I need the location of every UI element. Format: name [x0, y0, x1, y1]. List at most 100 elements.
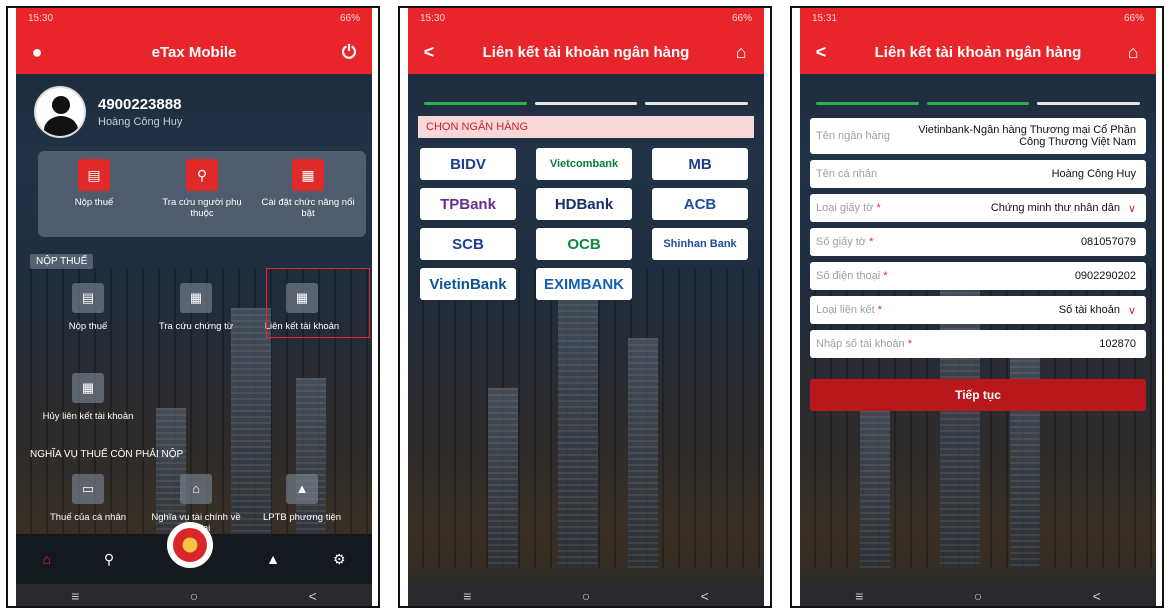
item-label: Tra cứu chứng từ	[158, 321, 234, 332]
required-marker: *	[874, 304, 883, 316]
receipt-icon: ▤	[72, 283, 104, 313]
menu-icon[interactable]: ≡	[71, 588, 79, 604]
item-vehicle-fee[interactable]: ▲ LPTB phương tiện	[252, 474, 352, 523]
item-personal-tax[interactable]: ▭ Thuế của cá nhân	[38, 474, 138, 523]
status-time: 15:31	[812, 13, 838, 24]
bank-option[interactable]: TPBank	[420, 188, 516, 220]
section-pay-tax: NỘP THUẾ	[30, 254, 94, 269]
bank-option[interactable]: ACB	[652, 188, 748, 220]
gear-icon[interactable]: ⚙	[333, 551, 346, 568]
app-bar: < Liên kết tài khoản ngân hàng ⌂	[800, 30, 1156, 74]
bottom-tab-bar: ⌂ ⚲ ▲ ⚙	[16, 522, 372, 584]
item-unlink-account[interactable]: ▦ Hủy liên kết tài khoản	[38, 373, 138, 422]
field-value: Chứng minh thư nhân dân	[990, 202, 1120, 214]
tax-id: 4900223888	[98, 96, 182, 113]
screen-title: Liên kết tài khoản ngân hàng	[482, 43, 690, 61]
bank-option[interactable]: SCB	[420, 228, 516, 260]
field-label-text: Tên cá nhân	[816, 168, 878, 180]
bank-option[interactable]: Vietcombank	[536, 148, 632, 180]
back-arrow-icon[interactable]: <	[808, 40, 834, 64]
field-label: Nhập số tài khoản *	[816, 338, 912, 350]
document-icon: ▦	[72, 373, 104, 403]
system-nav-bar: ≡ ○ <	[16, 584, 372, 606]
step-indicator	[816, 102, 1141, 105]
field-label: Số giấy tờ *	[816, 236, 873, 248]
field-label: Loại giấy tờ *	[816, 202, 881, 214]
user-icon[interactable]: ●	[24, 40, 50, 64]
section-choose-bank: CHỌN NGÂN HÀNG	[418, 116, 754, 138]
field-value: Hoàng Công Huy	[1051, 168, 1136, 180]
form-field[interactable]: Loại liên kết * Số tài khoản ∨	[810, 296, 1146, 324]
bank-option[interactable]: BIDV	[420, 148, 516, 180]
screen-link-form: 15:31 66% < Liên kết tài khoản ngân hàng…	[790, 6, 1164, 608]
quick-item-label: Tra cứu người phụ thuộc	[162, 197, 242, 219]
back-icon[interactable]: <	[1093, 588, 1101, 604]
menu-icon[interactable]: ≡	[855, 588, 863, 604]
bell-icon[interactable]: ▲	[266, 551, 280, 567]
chevron-down-icon[interactable]: ∨	[1128, 202, 1136, 215]
step-segment	[534, 102, 638, 105]
required-marker: *	[880, 270, 888, 282]
home-circle-icon[interactable]: ○	[974, 588, 982, 604]
car-icon: ▲	[286, 474, 318, 504]
field-value: Vietinbank-Ngân hàng Thương mại Cổ Phần …	[918, 124, 1136, 148]
bank-option[interactable]: HDBank	[536, 188, 632, 220]
step-segment	[926, 102, 1030, 105]
home-icon[interactable]: ⌂	[42, 551, 50, 567]
item-label: Nộp thuế	[68, 321, 108, 332]
home-circle-icon[interactable]: ○	[582, 588, 590, 604]
emblem-icon[interactable]	[167, 522, 214, 568]
screen-choose-bank: 15:30 66% < Liên kết tài khoản ngân hàng…	[398, 6, 772, 608]
app-title: eTax Mobile	[151, 43, 237, 61]
bank-option[interactable]: EXIMBANK	[536, 268, 632, 300]
power-icon[interactable]: ⏻	[336, 40, 362, 64]
field-value: 081057079	[1080, 236, 1136, 248]
quick-pay-tax[interactable]: ▤ Nộp thuế	[44, 159, 144, 208]
item-label: Thuế của cá nhân	[49, 512, 127, 523]
continue-button[interactable]: Tiếp tục	[810, 379, 1146, 411]
field-value: 0902290202	[1074, 270, 1136, 282]
bank-option[interactable]: VietinBank	[420, 268, 516, 300]
back-icon[interactable]: <	[309, 588, 317, 604]
form-field[interactable]: Tên cá nhân Hoàng Công Huy	[810, 160, 1146, 188]
status-bar: 15:30 66%	[16, 8, 372, 30]
form-field[interactable]: Nhập số tài khoản * 102870	[810, 330, 1146, 358]
status-battery: 66%	[1123, 13, 1144, 24]
field-label-text: Số giấy tờ	[816, 236, 867, 248]
bank-option[interactable]: Shinhan Bank	[652, 228, 748, 260]
form-field[interactable]: Số giấy tờ * 081057079	[810, 228, 1146, 256]
home-circle-icon[interactable]: ○	[190, 588, 198, 604]
field-label-text: Tên ngân hàng	[816, 130, 891, 142]
quick-actions: ▤ Nộp thuế ⚲ Tra cứu người phụ thuộc ▦ C…	[38, 151, 366, 237]
home-icon[interactable]: ⌂	[728, 40, 754, 64]
app-bar: ● eTax Mobile ⏻	[16, 30, 372, 74]
avatar	[34, 86, 86, 138]
quick-settings-featured[interactable]: ▦ Cài đặt chức năng nổi bật	[258, 159, 358, 219]
item-lookup-documents[interactable]: ▦ Tra cứu chứng từ	[146, 283, 246, 332]
highlight-box	[266, 268, 370, 338]
step-indicator	[424, 102, 749, 105]
quick-lookup-dependents[interactable]: ⚲ Tra cứu người phụ thuộc	[152, 159, 252, 219]
item-label: Hủy liên kết tài khoản	[42, 411, 134, 422]
search-icon[interactable]: ⚲	[104, 551, 114, 568]
profile-card[interactable]: 4900223888 Hoàng Công Huy	[34, 86, 182, 138]
form-field[interactable]: Số điện thoại * 0902290202	[810, 262, 1146, 290]
item-pay-tax[interactable]: ▤ Nộp thuế	[38, 283, 138, 332]
form-field[interactable]: Tên ngân hàng Vietinbank-Ngân hàng Thương…	[810, 118, 1146, 154]
system-nav-bar: ≡ ○ <	[408, 584, 764, 606]
settings-doc-icon: ▦	[292, 159, 324, 191]
status-time: 15:30	[420, 13, 446, 24]
back-arrow-icon[interactable]: <	[416, 40, 442, 64]
form-field[interactable]: Loại giấy tờ * Chứng minh thư nhân dân ∨	[810, 194, 1146, 222]
menu-icon[interactable]: ≡	[463, 588, 471, 604]
field-value: Số tài khoản	[1058, 304, 1120, 316]
field-label-text: Loại liên kết	[816, 304, 875, 316]
chevron-down-icon[interactable]: ∨	[1128, 304, 1136, 317]
bank-option[interactable]: OCB	[536, 228, 632, 260]
app-bar: < Liên kết tài khoản ngân hàng ⌂	[408, 30, 764, 74]
home-icon[interactable]: ⌂	[1120, 40, 1146, 64]
quick-item-label: Cài đặt chức năng nổi bật	[261, 197, 355, 219]
bank-option[interactable]: MB	[652, 148, 748, 180]
back-icon[interactable]: <	[701, 588, 709, 604]
item-label: LPTB phương tiện	[262, 512, 342, 523]
